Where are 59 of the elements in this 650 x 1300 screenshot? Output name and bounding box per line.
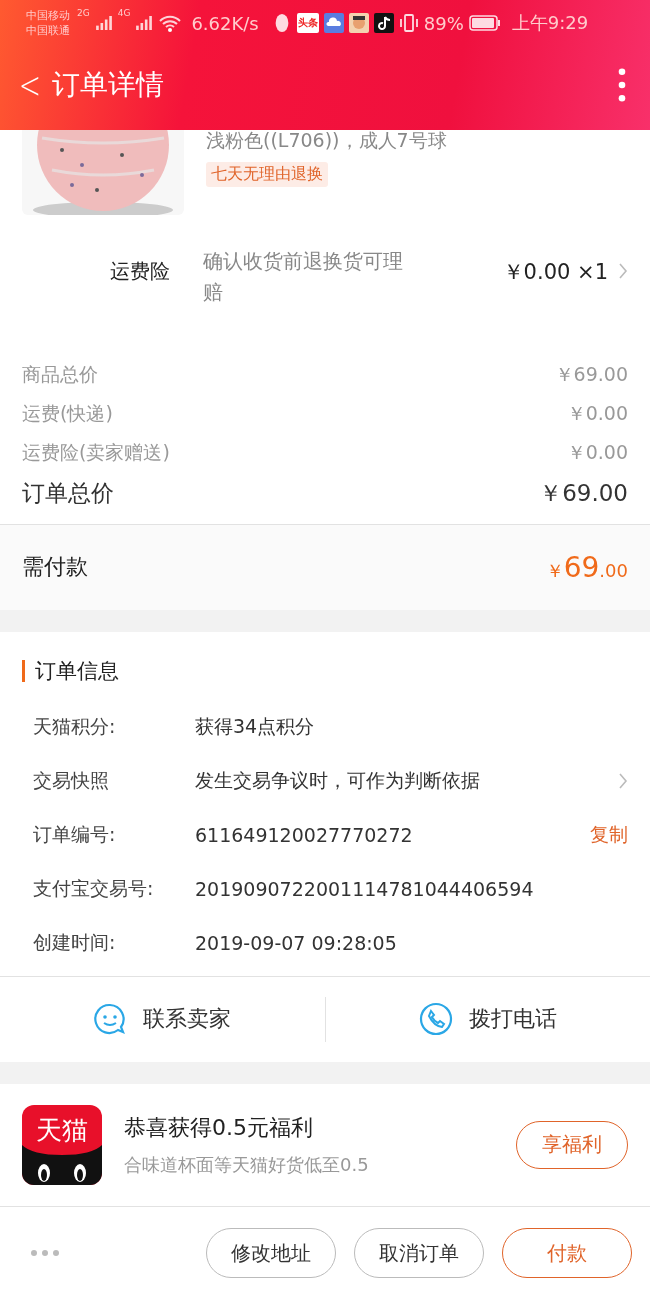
product-variant: 浅粉色((L706))，成人7号球 xyxy=(206,130,447,153)
price-label: 商品总价 xyxy=(22,361,98,387)
battery-percent: 89% xyxy=(423,12,464,34)
music-app-icon xyxy=(373,13,394,33)
carrier-name: 中国联通 xyxy=(26,23,70,38)
info-label: 创建时间: xyxy=(33,929,117,955)
info-value: 2019-09-07 09:28:05 xyxy=(195,931,398,954)
network-type: 2G xyxy=(77,8,90,18)
price-label: 运费(快递) xyxy=(22,400,113,426)
price-value: ￥69.00 xyxy=(554,361,628,387)
section-title: 订单信息 xyxy=(22,659,628,682)
cat-face-icon xyxy=(22,1144,102,1185)
insurance-description: 确认收货前退换货可理赔 xyxy=(203,247,404,306)
info-value: 611649120027770272 xyxy=(195,823,414,846)
info-value: 2019090722001114781044406594 xyxy=(195,877,535,900)
insurance-price: ￥0.00 ×1 xyxy=(501,258,608,286)
info-label: 天猫积分: xyxy=(33,713,117,739)
payment-amount: ￥69.00 xyxy=(545,550,628,584)
price-label: 运费险(卖家赠送) xyxy=(22,439,170,465)
page-title: 订单详情 xyxy=(51,67,165,103)
chat-icon xyxy=(93,1002,128,1037)
tmall-logo: 天猫 xyxy=(22,1104,102,1185)
phone-icon xyxy=(418,1002,453,1037)
shipping-insurance-row[interactable]: 运费险 确认收货前退换货可理赔 ￥0.00 ×1 xyxy=(0,217,650,328)
network-speed: 6.62K/s xyxy=(191,12,259,34)
signal-icon xyxy=(94,16,113,30)
promo-button[interactable]: 享福利 xyxy=(516,1120,628,1169)
vibrate-icon xyxy=(398,13,419,33)
info-label: 交易快照 xyxy=(33,767,110,793)
news-app-icon: 头条 xyxy=(296,13,319,33)
copy-button[interactable]: 复制 xyxy=(590,821,628,848)
action-button[interactable]: 修改地址 xyxy=(206,1228,336,1279)
action-button[interactable]: 取消订单 xyxy=(354,1228,484,1279)
battery-icon xyxy=(468,15,501,31)
signal-icon xyxy=(135,16,154,30)
payment-label: 需付款 xyxy=(22,553,88,582)
info-label: 支付宝交易号: xyxy=(33,875,155,901)
chevron-icon xyxy=(618,261,628,280)
more-icon[interactable] xyxy=(618,68,626,102)
price-value: ￥0.00 xyxy=(566,439,628,465)
info-value: 获得34点积分 xyxy=(195,713,316,739)
more-icon[interactable] xyxy=(30,1249,60,1258)
wifi-icon xyxy=(158,14,183,32)
return-policy-tag: 七天无理由退换 xyxy=(206,162,328,187)
info-value: 发生交易争议时，可作为判断依据 xyxy=(195,767,481,793)
info-label: 订单编号: xyxy=(33,821,117,847)
promo-subtitle: 合味道杯面等天猫好货低至0.5 xyxy=(124,1152,370,1177)
total-value: ￥69.00 xyxy=(539,478,628,508)
chevron-icon[interactable] xyxy=(618,771,628,790)
promo-title: 恭喜获得0.5元福利 xyxy=(124,1113,314,1142)
price-value: ￥0.00 xyxy=(566,400,628,426)
action-button[interactable]: 付款 xyxy=(502,1228,632,1279)
clock-time: 上午9:29 xyxy=(511,11,589,35)
avatar-app-icon xyxy=(348,13,369,33)
cloud-app-icon xyxy=(323,13,344,33)
network-type: 4G xyxy=(117,8,131,18)
total-label: 订单总价 xyxy=(22,478,114,508)
insurance-label: 运费险 xyxy=(110,257,171,285)
carrier-name: 中国移动 xyxy=(26,8,70,23)
